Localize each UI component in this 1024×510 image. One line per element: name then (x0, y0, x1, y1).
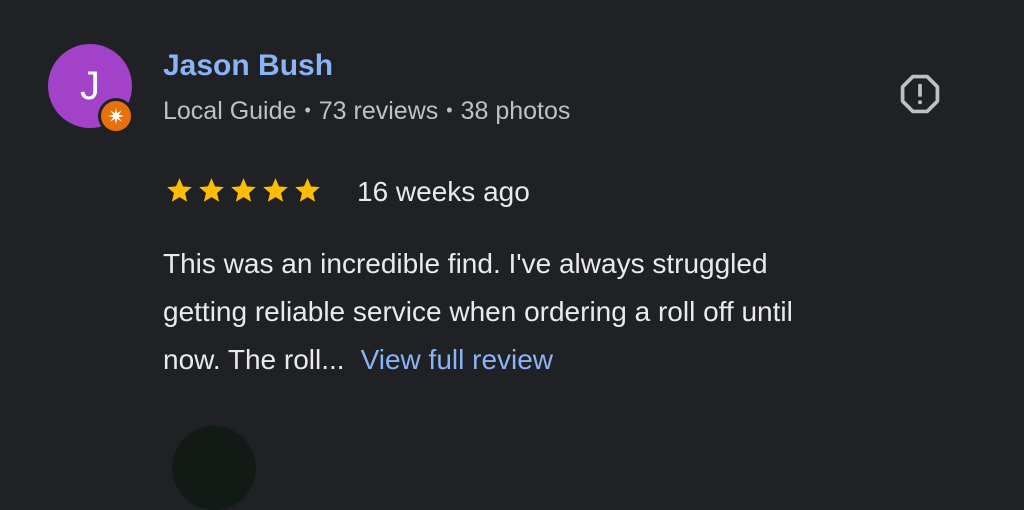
avatar-initial: J (80, 63, 100, 108)
star-rating (165, 176, 322, 206)
star-icon (167, 178, 192, 202)
author-meta: Local Guide • 73 reviews • 38 photos (163, 94, 570, 127)
star-icon (263, 178, 288, 202)
report-icon (900, 74, 940, 114)
next-author-avatar[interactable] (172, 426, 256, 510)
local-guide-star-icon (101, 101, 131, 131)
review-text: This was an incredible find. I've always… (163, 240, 963, 384)
report-review-button[interactable] (896, 70, 944, 118)
next-author-name-partial (276, 429, 656, 459)
star-icon (295, 178, 320, 202)
author-review-count: 73 reviews (318, 97, 439, 125)
author-photo-count: 38 photos (460, 97, 571, 125)
author-role: Local Guide (163, 97, 297, 125)
review-text-truncated: now. The roll... (163, 344, 345, 375)
review-text-line-last: now. The roll... View full review (163, 336, 963, 384)
star-icon (231, 178, 256, 202)
meta-separator: • (304, 100, 311, 120)
local-guide-badge (98, 98, 134, 134)
review-date: 16 weeks ago (357, 176, 530, 207)
meta-separator: • (446, 100, 453, 120)
review-card: J Jason Bush Local Guide • 73 reviews • 38 p… (0, 0, 1024, 400)
next-review-card-partial (0, 420, 1024, 510)
star-icon (199, 178, 224, 202)
author-name-link[interactable]: Jason Bush (163, 48, 333, 84)
view-full-review-link[interactable]: View full review (361, 344, 553, 375)
review-text-line: This was an incredible find. I've always… (163, 248, 768, 279)
review-text-line: getting reliable service when ordering a… (163, 296, 793, 327)
